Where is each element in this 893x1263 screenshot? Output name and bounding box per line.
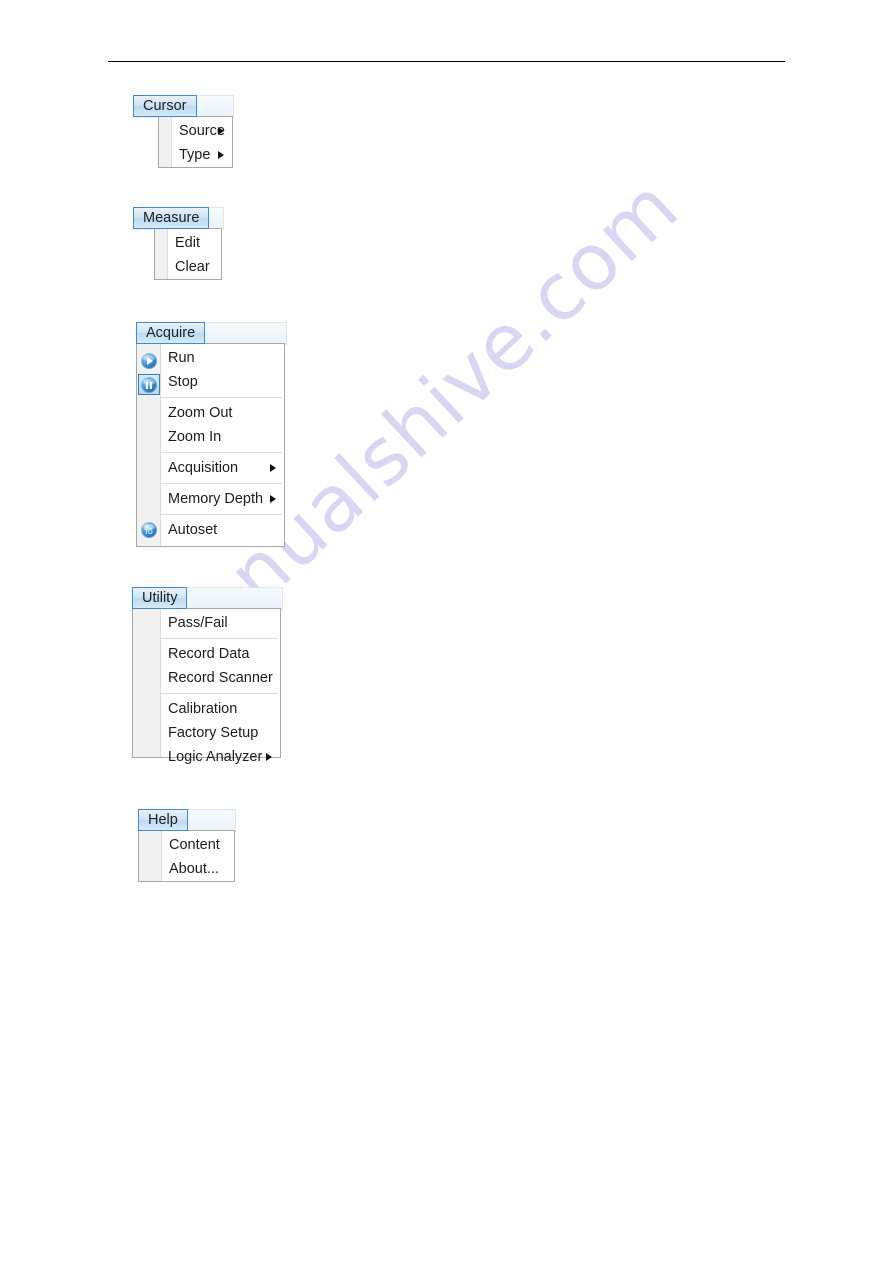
menu-separator — [161, 638, 278, 639]
menu-separator — [161, 452, 282, 453]
menu-gutter — [133, 609, 161, 757]
menu-separator — [161, 397, 282, 398]
menu-item-logic-analyzer[interactable]: Logic Analyzer — [161, 745, 280, 769]
menu-item-edit[interactable]: Edit — [168, 231, 221, 255]
menu-item-label: Type — [179, 147, 211, 163]
menu-item-source[interactable]: Source — [172, 119, 232, 143]
submenu-arrow-icon — [218, 126, 224, 135]
menu-item-label: Run — [168, 350, 195, 366]
menu-item-stop[interactable]: Stop — [161, 370, 284, 394]
menu-item-list: Source Type — [172, 117, 232, 167]
menu-item-memory-depth[interactable]: Memory Depth — [161, 487, 284, 511]
submenu-arrow-icon — [270, 494, 276, 503]
menu-item-label: Memory Depth — [168, 491, 264, 507]
menu-item-label: Pass/Fail — [168, 615, 228, 631]
menu-separator — [161, 514, 282, 515]
menu-item-zoom-out[interactable]: Zoom Out — [161, 401, 284, 425]
menu-item-acquisition[interactable]: Acquisition — [161, 456, 284, 480]
menu-panel-utility: Pass/Fail Record Data Record Scanner Cal… — [132, 608, 281, 765]
menu-gutter — [155, 229, 168, 279]
menu-item-label: Record Scanner — [168, 670, 273, 686]
submenu-arrow-icon — [218, 150, 224, 159]
menu-item-record-scanner[interactable]: Record Scanner — [161, 666, 280, 690]
menu-tab-help[interactable]: Help — [138, 809, 188, 831]
menu-item-label: Stop — [168, 374, 198, 390]
menu-tab-acquire[interactable]: Acquire — [136, 322, 206, 344]
menu-item-label: Acquisition — [168, 460, 239, 476]
menu-panel-cursor: Source Type — [158, 116, 233, 168]
document-page: manualshive.com Cursor Source Type Measu… — [0, 0, 893, 1263]
submenu-arrow-icon — [270, 463, 276, 472]
menu-item-factory-setup[interactable]: Factory Setup — [161, 721, 280, 745]
menu-item-list: Pass/Fail Record Data Record Scanner Cal… — [161, 609, 280, 765]
menu-item-clear[interactable]: Clear — [168, 255, 221, 279]
menu-separator — [161, 693, 278, 694]
menu-item-list: Content About... — [162, 831, 234, 881]
menu-item-label: Calibration — [168, 701, 238, 717]
menu-item-label: Record Data — [168, 646, 250, 662]
menu-item-label: Edit — [175, 235, 200, 251]
submenu-arrow-icon — [266, 752, 272, 761]
menu-item-label: Autoset — [168, 522, 218, 538]
menu-item-autoset[interactable]: Autoset — [161, 518, 284, 542]
menu-tab-measure[interactable]: Measure — [133, 207, 210, 229]
menu-item-pass-fail[interactable]: Pass/Fail — [161, 611, 280, 635]
menu-item-run[interactable]: Run — [161, 346, 284, 370]
menu-item-zoom-in[interactable]: Zoom In — [161, 425, 284, 449]
menu-tab-cursor[interactable]: Cursor — [133, 95, 197, 117]
stop-pause-icon — [140, 377, 157, 393]
menu-tab-utility[interactable]: Utility — [132, 587, 188, 609]
menu-item-label: Clear — [175, 259, 210, 275]
menu-item-label: Zoom In — [168, 429, 222, 445]
header-rule — [108, 61, 785, 62]
menu-item-list: Run Stop Zoom Out Zoom In Acquisition Me… — [161, 344, 284, 546]
menu-item-label: Zoom Out — [168, 405, 233, 421]
menu-panel-acquire: AU TO Run Stop Zoom Out Zoom In Acquisit… — [136, 343, 285, 547]
menu-panel-help: Content About... — [138, 830, 235, 882]
menu-item-type[interactable]: Type — [172, 143, 232, 167]
menu-item-calibration[interactable]: Calibration — [161, 697, 280, 721]
menu-panel-measure: Edit Clear — [154, 228, 222, 280]
menu-item-label: Logic Analyzer — [168, 749, 263, 765]
menu-gutter — [159, 117, 172, 167]
autoset-icon: AU TO — [140, 522, 157, 538]
run-play-icon — [140, 353, 157, 369]
menu-gutter: AU TO — [137, 344, 161, 546]
menu-item-content[interactable]: Content — [162, 833, 234, 857]
menu-separator — [161, 483, 282, 484]
menu-gutter — [139, 831, 162, 881]
stop-pause-icon-selection[interactable] — [137, 374, 160, 395]
menu-item-list: Edit Clear — [168, 229, 221, 279]
menu-item-label: Content — [169, 837, 220, 853]
menu-item-about[interactable]: About... — [162, 857, 234, 881]
menu-item-label: About... — [169, 861, 219, 877]
menu-item-label: Factory Setup — [168, 725, 259, 741]
menu-item-record-data[interactable]: Record Data — [161, 642, 280, 666]
